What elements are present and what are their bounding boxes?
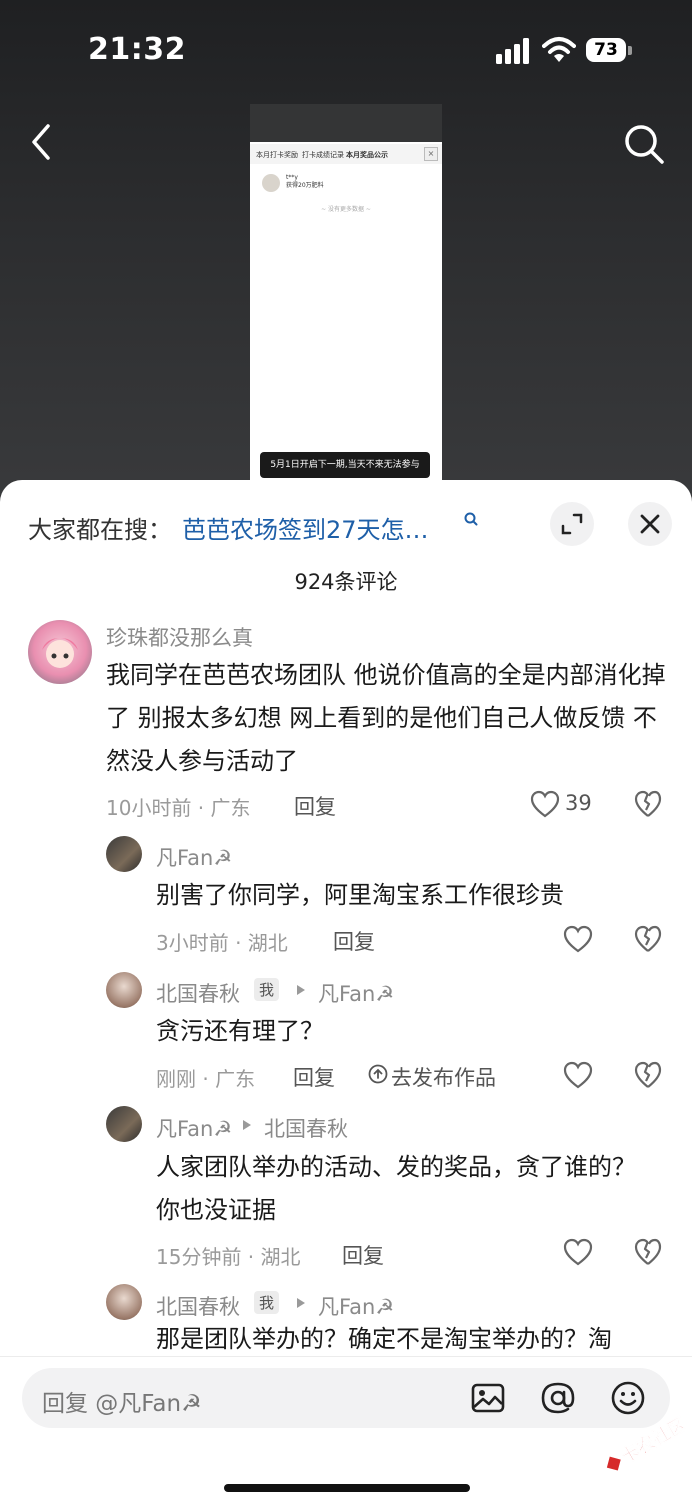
heart-icon[interactable]	[563, 925, 593, 953]
comment-meta: 15分钟前 · 湖北	[156, 1245, 301, 1269]
publish-work-button[interactable]: 去发布作品	[391, 1062, 496, 1092]
comment-username[interactable]: 北国春秋	[156, 1291, 240, 1321]
comment-username[interactable]: 珍珠都没那么真	[106, 622, 253, 652]
comment-text: 别害了你同学，阿里淘宝系工作很珍贵	[156, 881, 564, 909]
comment-text: 贪污还有理了？	[156, 1017, 324, 1045]
reply-to-username[interactable]: 凡Fan☭	[318, 978, 394, 1008]
wifi-icon	[542, 37, 576, 62]
reply-to-username[interactable]: 凡Fan☭	[318, 1291, 394, 1321]
reply-arrow-icon	[297, 985, 305, 995]
broken-heart-icon[interactable]	[634, 1238, 662, 1266]
comment-meta: 10小时前 · 广东	[106, 796, 251, 820]
broken-heart-icon[interactable]	[634, 1061, 662, 1089]
cellular-signal-icon	[496, 38, 529, 64]
reply-button[interactable]: 回复	[294, 791, 336, 821]
home-indicator[interactable]	[224, 1484, 470, 1492]
reply-button[interactable]: 回复	[342, 1240, 384, 1270]
search-icon[interactable]	[622, 122, 666, 166]
comment-username[interactable]: 凡Fan☭	[156, 842, 232, 872]
search-label: 大家都在搜：	[28, 516, 172, 544]
battery-tip	[628, 46, 632, 55]
preview-close-icon: ×	[424, 147, 438, 161]
reply-input-placeholder: 回复 @凡Fan☭	[42, 1391, 202, 1417]
close-icon	[640, 514, 660, 534]
small-search-icon	[464, 512, 478, 526]
comment-text: 人家团队举办的活动、发的奖品，贪了谁的？你也没证据	[156, 1153, 636, 1224]
input-divider	[0, 1356, 692, 1357]
avatar[interactable]	[106, 1284, 142, 1320]
reply-button[interactable]: 回复	[293, 1062, 335, 1092]
reply-input[interactable]: 回复 @凡Fan☭	[22, 1368, 670, 1428]
image-icon[interactable]	[470, 1380, 506, 1416]
heart-icon[interactable]	[530, 790, 560, 818]
preview-winner: t**y 获得20万肥料	[286, 174, 324, 190]
preview-winner-name: t**y	[286, 174, 298, 181]
battery-level: 73	[586, 38, 626, 62]
upload-icon[interactable]	[368, 1064, 388, 1084]
expand-icon	[561, 513, 583, 535]
preview-no-more: ~ 没有更多数据 ~	[321, 206, 371, 213]
close-button[interactable]	[628, 502, 672, 546]
at-icon[interactable]	[540, 1380, 576, 1416]
broken-heart-icon[interactable]	[634, 790, 662, 818]
reply-button[interactable]: 回复	[333, 926, 375, 956]
preview-tab: 打卡成绩记录	[302, 151, 344, 159]
preview-header	[250, 104, 442, 142]
preview-tabs: 本月打卡奖励 打卡成绩记录 本月奖品公示 ×	[250, 144, 442, 164]
avatar[interactable]	[106, 1106, 142, 1142]
comment-text: 我同学在芭芭农场团队 他说价值高的全是内部消化掉了 别报太多幻想 网上看到的是他…	[106, 661, 666, 775]
preview-bottom-bar: 5月1日开启下一期,当天不来无法参与	[260, 452, 430, 478]
search-suggestion-link[interactable]: 芭芭农场签到27天怎…	[182, 510, 429, 545]
comment-text: 那是团队举办的？确定不是淘宝举办的？淘	[156, 1325, 612, 1353]
like-count: 39	[565, 791, 592, 815]
comment-meta: 3小时前 · 湖北	[156, 931, 288, 955]
video-preview-image: 本月打卡奖励 打卡成绩记录 本月奖品公示 × t**y 获得20万肥料 ~ 没有…	[250, 104, 442, 484]
status-time: 21:32	[88, 32, 186, 67]
heart-icon[interactable]	[563, 1061, 593, 1089]
avatar-illustration	[42, 638, 78, 668]
reply-to-username[interactable]: 北国春秋	[264, 1113, 348, 1143]
status-bar: 21:32 73	[0, 0, 692, 100]
comment-username[interactable]: 凡Fan☭	[156, 1113, 232, 1143]
reply-arrow-icon	[297, 1298, 305, 1308]
comment-text-clip: 那是团队举办的？确定不是淘宝举办的？淘	[156, 1324, 666, 1356]
watermark-logo: 卡农社区	[606, 1413, 686, 1471]
me-badge: 我	[254, 1291, 280, 1314]
preview-winner-prize: 获得20万肥料	[286, 182, 324, 189]
comment-meta: 刚刚 · 广东	[156, 1067, 256, 1091]
reply-arrow-icon	[243, 1120, 251, 1130]
broken-heart-icon[interactable]	[634, 925, 662, 953]
battery-indicator: 73	[586, 38, 634, 64]
comment-sheet: 大家都在搜： 芭芭农场签到27天怎… 924条评论 珍珠都没那么真 我同学在芭芭…	[0, 480, 692, 1500]
preview-tab: 本月打卡奖励	[256, 151, 298, 159]
heart-icon[interactable]	[563, 1238, 593, 1266]
back-arrow-icon[interactable]	[26, 122, 58, 162]
watermark-text: 卡农社区	[617, 1413, 686, 1468]
expand-button[interactable]	[550, 502, 594, 546]
avatar[interactable]	[106, 972, 142, 1008]
comment-username[interactable]: 北国春秋	[156, 978, 240, 1008]
preview-tab: 本月奖品公示	[346, 151, 388, 159]
avatar[interactable]	[106, 836, 142, 872]
me-badge: 我	[254, 978, 280, 1001]
preview-avatar	[262, 174, 280, 192]
comment-count: 924条评论	[294, 570, 398, 594]
avatar[interactable]	[28, 620, 92, 684]
